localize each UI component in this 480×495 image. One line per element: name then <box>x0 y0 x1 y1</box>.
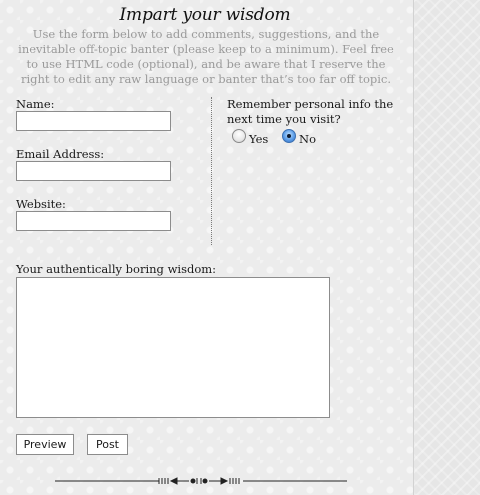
remember-yes-radio[interactable] <box>232 129 246 143</box>
preview-button[interactable]: Preview <box>16 434 74 455</box>
website-input[interactable] <box>16 211 171 231</box>
column-divider <box>211 97 212 245</box>
remember-info-label: Remember personal info the next time you… <box>227 97 394 126</box>
remember-no-radio[interactable] <box>282 129 296 143</box>
form-title: Impart your wisdom <box>119 5 291 25</box>
remember-yes-label[interactable]: Yes <box>249 132 268 146</box>
name-input[interactable] <box>16 111 171 131</box>
post-button[interactable]: Post <box>87 434 128 455</box>
comment-textarea[interactable] <box>16 277 330 418</box>
sidebar-background <box>413 0 480 495</box>
divider-ornament <box>55 477 347 485</box>
website-label: Website: <box>16 197 66 211</box>
comment-label: Your authentically boring wisdom: <box>16 262 217 276</box>
email-label: Email Address: <box>16 147 105 161</box>
form-intro-text: Use the form below to add comments, sugg… <box>18 27 394 86</box>
email-input[interactable] <box>16 161 171 181</box>
remember-no-label[interactable]: No <box>299 132 316 146</box>
name-label: Name: <box>16 97 55 111</box>
